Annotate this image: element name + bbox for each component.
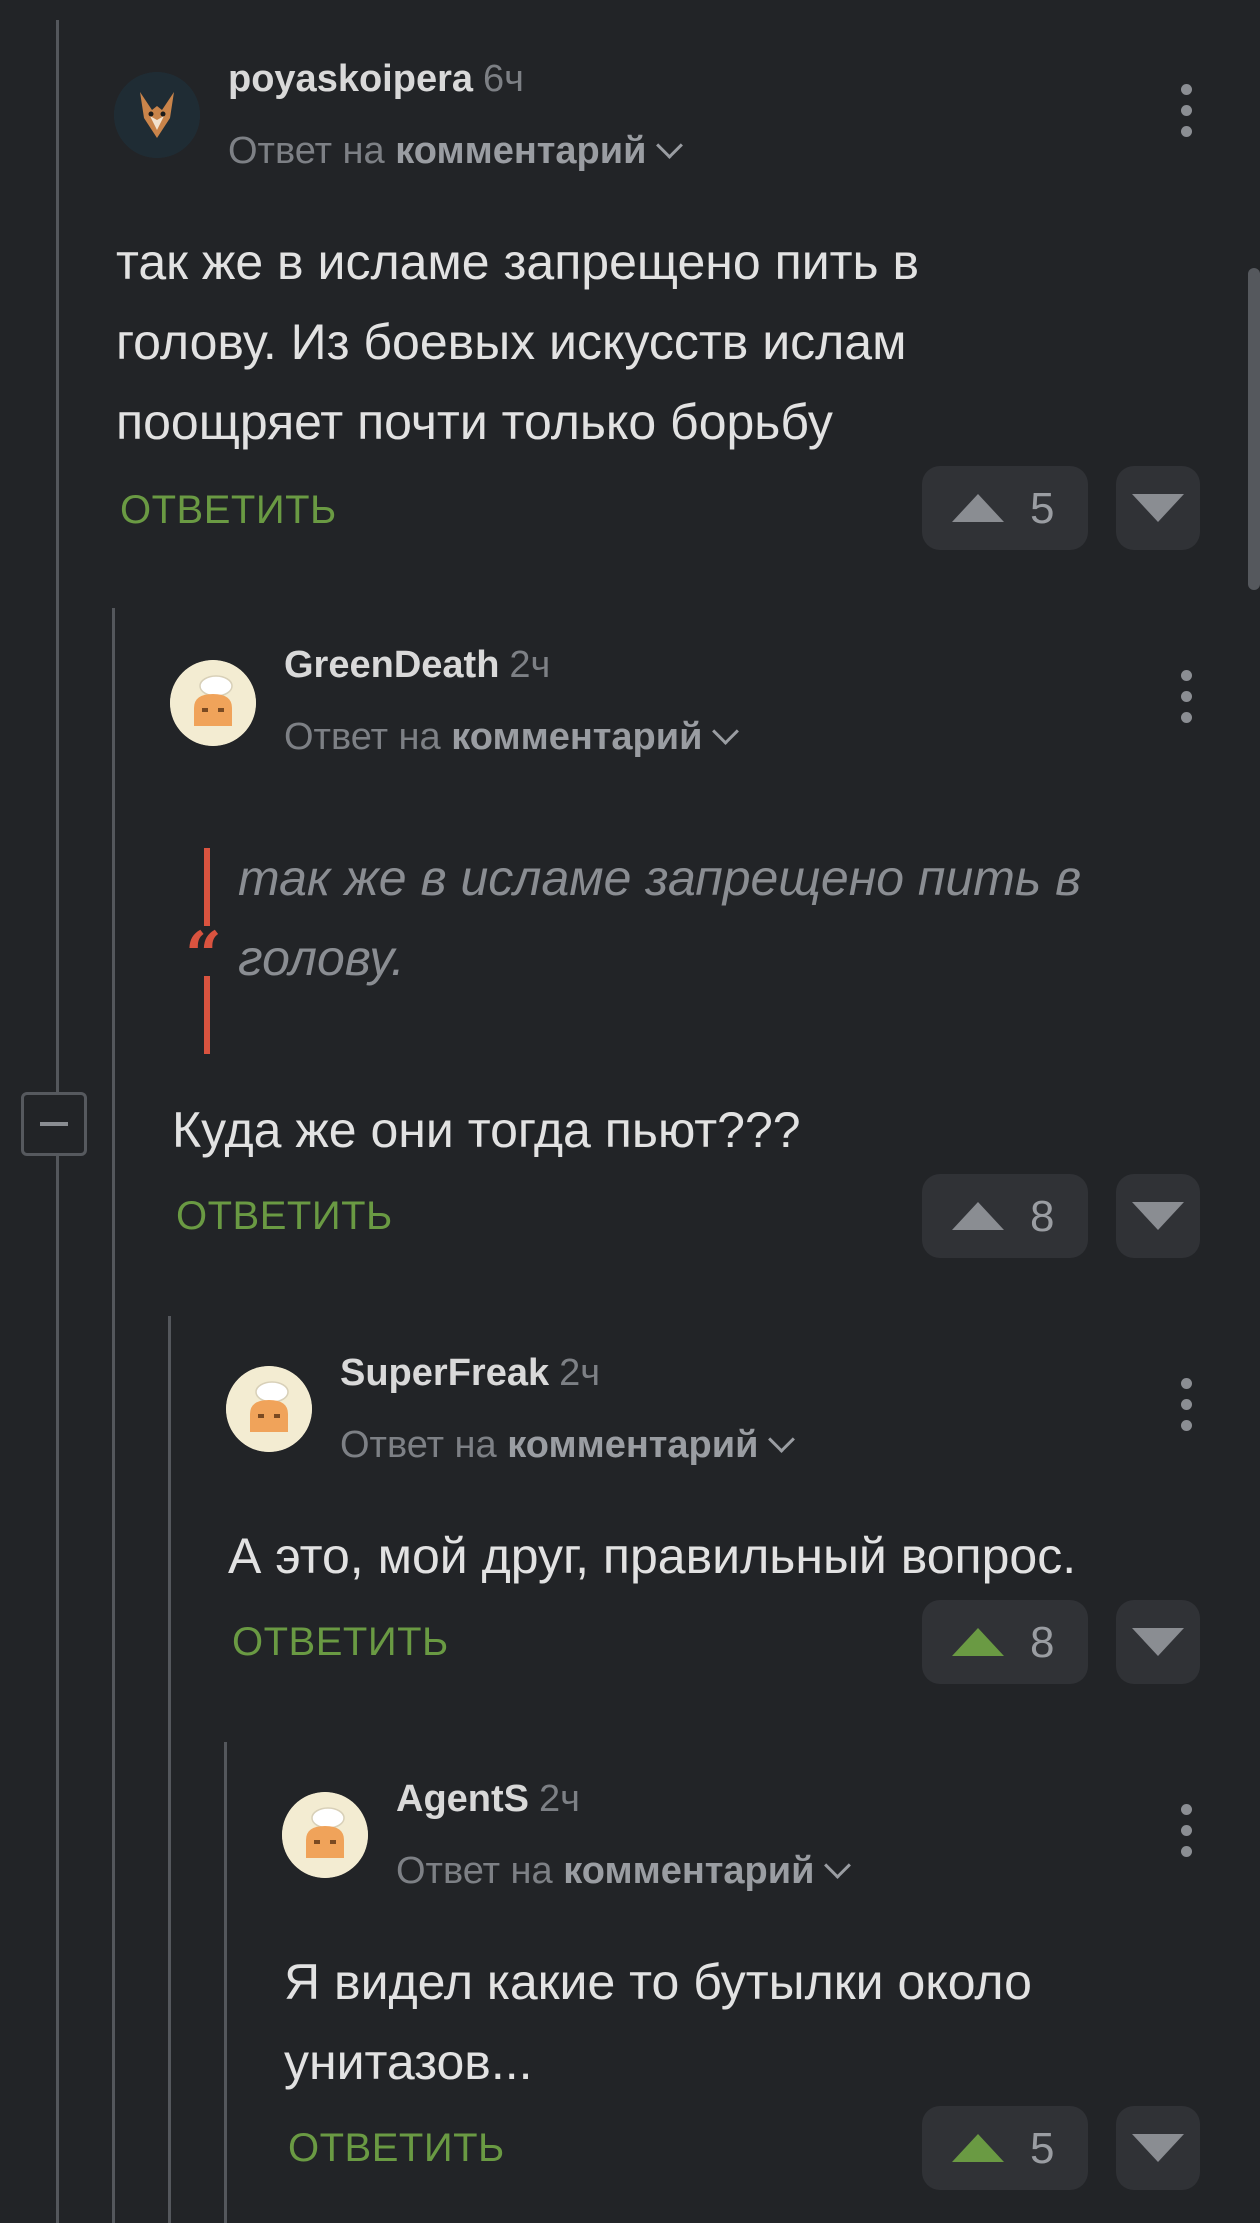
- reply-target[interactable]: комментарий: [395, 130, 646, 172]
- upvote-button[interactable]: 5: [922, 466, 1088, 550]
- downvote-button[interactable]: [1116, 2106, 1200, 2190]
- upvote-button[interactable]: 8: [922, 1174, 1088, 1258]
- reply-to-link[interactable]: Ответ на комментарий: [228, 130, 684, 173]
- thread-line-level-2: [112, 608, 115, 2223]
- chevron-down-icon[interactable]: [656, 132, 684, 159]
- triangle-down-icon: [1132, 494, 1184, 522]
- kebab-menu-icon[interactable]: [1181, 1804, 1193, 1858]
- quote-text: так же в исламе запрещено пить в голову.: [238, 850, 1082, 986]
- comment-author[interactable]: AgentS 2ч: [396, 1778, 580, 1821]
- reply-button[interactable]: ОТВЕТИТЬ: [120, 488, 337, 533]
- triangle-up-icon: [952, 2134, 1004, 2162]
- quote-bar: [204, 848, 210, 926]
- author-name[interactable]: SuperFreak: [340, 1352, 549, 1394]
- triangle-up-icon: [952, 1202, 1004, 1230]
- comment-text: А это, мой друг, правильный вопрос.: [228, 1528, 1077, 1584]
- reply-prefix: Ответ на: [228, 130, 385, 172]
- downvote-button[interactable]: [1116, 466, 1200, 550]
- kebab-menu-icon[interactable]: [1181, 1378, 1193, 1432]
- comment-author[interactable]: GreenDeath 2ч: [284, 644, 550, 687]
- vote-count: 8: [1030, 1192, 1055, 1241]
- scrollbar[interactable]: [1248, 268, 1260, 590]
- author-name[interactable]: AgentS: [396, 1778, 529, 1820]
- kebab-menu-icon[interactable]: [1181, 670, 1193, 724]
- reply-prefix: Ответ на: [396, 1850, 553, 1892]
- triangle-down-icon: [1132, 2134, 1184, 2162]
- comment-time: 2ч: [509, 644, 551, 686]
- quote-bar: [204, 976, 210, 1054]
- author-name[interactable]: poyaskoipera: [228, 58, 473, 100]
- comments-page: poyaskoipera 6ч Ответ на комментарий так …: [0, 0, 1260, 2223]
- comment-text: Куда же они тогда пьют???: [172, 1102, 801, 1158]
- avatar[interactable]: [170, 660, 256, 746]
- triangle-up-icon: [952, 1628, 1004, 1656]
- avatar[interactable]: [114, 72, 200, 158]
- chevron-down-icon[interactable]: [824, 1852, 852, 1879]
- reply-prefix: Ответ на: [340, 1424, 497, 1466]
- reply-button[interactable]: ОТВЕТИТЬ: [232, 1620, 449, 1665]
- avatar[interactable]: [282, 1792, 368, 1878]
- reply-target[interactable]: комментарий: [507, 1424, 758, 1466]
- collapse-thread-button[interactable]: [21, 1092, 87, 1156]
- reply-prefix: Ответ на: [284, 716, 441, 758]
- reply-to-link[interactable]: Ответ на комментарий: [396, 1850, 852, 1893]
- kebab-menu-icon[interactable]: [1181, 84, 1193, 138]
- chevron-down-icon[interactable]: [712, 718, 740, 745]
- reply-to-link[interactable]: Ответ на комментарий: [284, 716, 740, 759]
- reply-target[interactable]: комментарий: [563, 1850, 814, 1892]
- comment-author[interactable]: poyaskoipera 6ч: [228, 58, 524, 101]
- vote-count: 5: [1030, 484, 1055, 533]
- triangle-up-icon: [952, 494, 1004, 522]
- reply-target[interactable]: комментарий: [451, 716, 702, 758]
- comment-text: Я видел какие то бутылки около унитазов.…: [284, 1954, 1032, 2090]
- reply-to-link[interactable]: Ответ на комментарий: [340, 1424, 796, 1467]
- upvote-button[interactable]: 5: [922, 2106, 1088, 2190]
- triangle-down-icon: [1132, 1202, 1184, 1230]
- avatar[interactable]: [226, 1366, 312, 1452]
- triangle-down-icon: [1132, 1628, 1184, 1656]
- comment-time: 2ч: [539, 1778, 580, 1820]
- comment-time: 6ч: [483, 58, 524, 100]
- comment-author[interactable]: SuperFreak 2ч: [340, 1352, 600, 1395]
- thread-line-level-3: [168, 1316, 171, 2223]
- comment-time: 2ч: [559, 1352, 601, 1394]
- thread-line-level-4: [224, 1742, 227, 2223]
- vote-count: 5: [1030, 2124, 1055, 2173]
- vote-count: 8: [1030, 1618, 1055, 1667]
- reply-button[interactable]: ОТВЕТИТЬ: [176, 1194, 393, 1239]
- reply-button[interactable]: ОТВЕТИТЬ: [288, 2126, 505, 2171]
- author-name[interactable]: GreenDeath: [284, 644, 499, 686]
- downvote-button[interactable]: [1116, 1174, 1200, 1258]
- upvote-button[interactable]: 8: [922, 1600, 1088, 1684]
- chevron-down-icon[interactable]: [768, 1426, 796, 1453]
- downvote-button[interactable]: [1116, 1600, 1200, 1684]
- comment-text: так же в исламе запрещено пить в голову.…: [116, 234, 920, 450]
